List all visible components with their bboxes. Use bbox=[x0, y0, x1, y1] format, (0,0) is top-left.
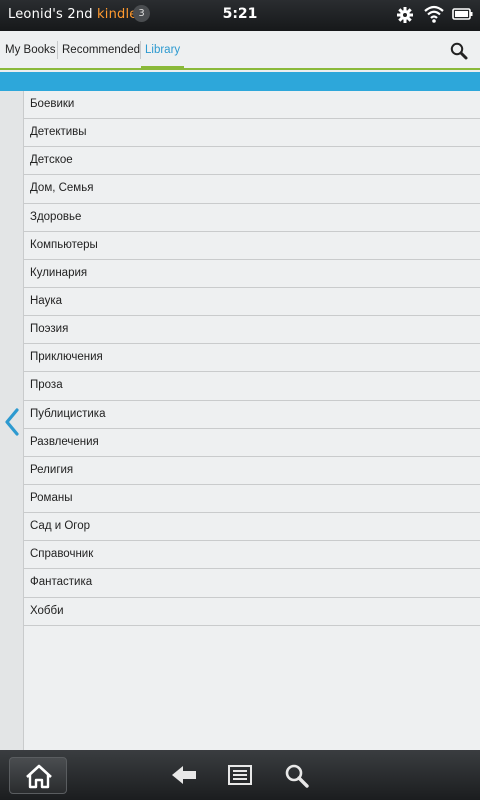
list-item[interactable]: Здоровье bbox=[24, 204, 480, 232]
list-item[interactable]: Дом, Семья bbox=[24, 175, 480, 204]
menu-button[interactable] bbox=[226, 762, 254, 788]
list-item[interactable]: Детское bbox=[24, 147, 480, 176]
list-item[interactable]: Публицистика bbox=[24, 401, 480, 429]
home-icon bbox=[26, 764, 52, 789]
list-item[interactable]: Развлечения bbox=[24, 429, 480, 457]
list-item[interactable]: Компьютеры bbox=[24, 232, 480, 260]
menu-icon bbox=[228, 765, 252, 785]
tab-my-books[interactable]: My Books bbox=[5, 31, 56, 68]
home-button[interactable] bbox=[9, 757, 67, 794]
category-list: Боевики Детективы Детское Дом, Семья Здоровь… bbox=[24, 91, 480, 750]
list-item[interactable]: Романы bbox=[24, 485, 480, 514]
tab-divider bbox=[57, 41, 58, 59]
list-item[interactable]: Сад и Огор bbox=[24, 513, 480, 542]
battery-icon bbox=[452, 4, 474, 24]
header-band bbox=[0, 72, 480, 91]
bottom-nav-bar bbox=[0, 750, 480, 800]
tab-library[interactable]: Library bbox=[140, 31, 185, 70]
list-item[interactable]: Фантастика bbox=[24, 569, 480, 598]
list-item[interactable]: Кулинария bbox=[24, 260, 480, 288]
tab-divider bbox=[140, 41, 141, 59]
wifi-icon bbox=[423, 4, 445, 24]
search-icon bbox=[285, 764, 309, 788]
list-item[interactable]: Религия bbox=[24, 457, 480, 485]
list-item[interactable]: Приключения bbox=[24, 344, 480, 373]
chevron-left-icon[interactable] bbox=[3, 408, 21, 436]
list-item[interactable]: Наука bbox=[24, 288, 480, 317]
status-bar: Leonid's 2nd kindle 3 5:21 bbox=[0, 0, 480, 31]
side-panel bbox=[0, 91, 24, 750]
search-icon[interactable] bbox=[448, 40, 470, 62]
list-item[interactable]: Поэзия bbox=[24, 316, 480, 345]
list-item[interactable]: Боевики bbox=[24, 91, 480, 120]
back-icon bbox=[172, 766, 196, 784]
list-item[interactable]: Справочник bbox=[24, 541, 480, 570]
tab-recommended[interactable]: Recommended bbox=[62, 31, 140, 68]
list-item[interactable]: Детективы bbox=[24, 119, 480, 148]
gear-icon[interactable] bbox=[394, 4, 416, 24]
list-item[interactable]: Хобби bbox=[24, 598, 480, 626]
list-item[interactable]: Проза bbox=[24, 372, 480, 401]
back-button[interactable] bbox=[170, 762, 198, 788]
search-button[interactable] bbox=[283, 762, 311, 788]
tab-bar: My Books Recommended Library bbox=[0, 31, 480, 70]
